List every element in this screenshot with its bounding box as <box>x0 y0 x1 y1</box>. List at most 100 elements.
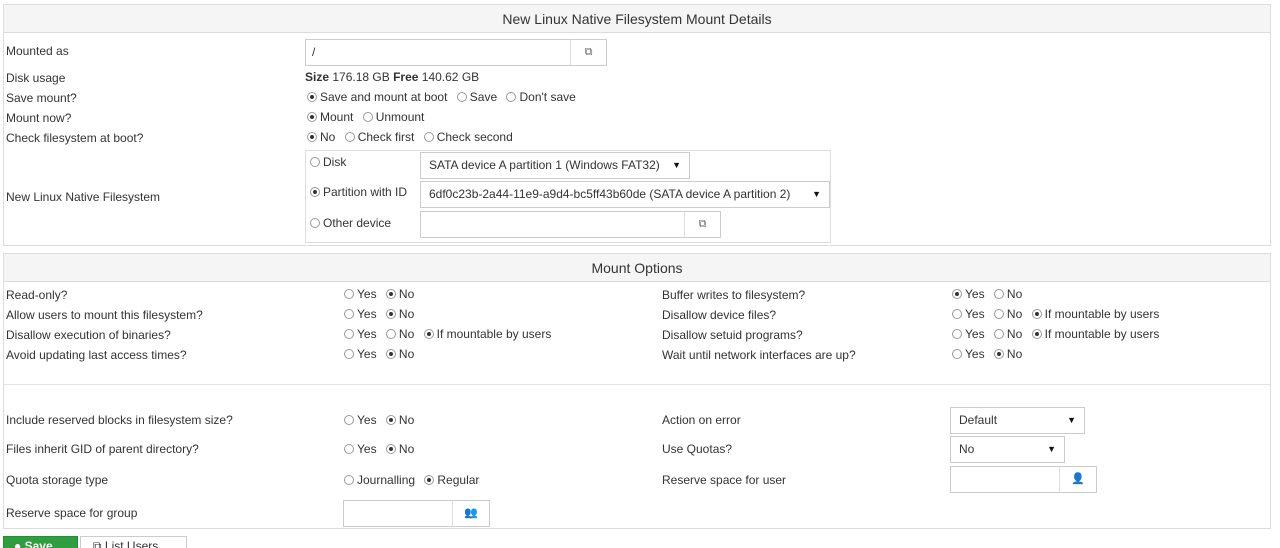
wait-network-label: Wait until network interfaces are up? <box>662 348 856 362</box>
action-error-label: Action on error <box>662 413 741 427</box>
disallow-setuid-group: Yes No If mountable by users <box>952 327 1165 341</box>
mount-now-group: Mount Unmount <box>307 110 430 124</box>
free-value: 140.62 GB <box>421 70 480 84</box>
mount-options-title: Mount Options <box>4 254 1270 282</box>
disallow-device-no-radio[interactable]: No <box>993 307 1022 321</box>
buffer-writes-label: Buffer writes to filesystem? <box>662 288 806 302</box>
read-only-group: Yes No <box>344 287 420 301</box>
disallow-device-group: Yes No If mountable by users <box>952 307 1165 321</box>
wait-network-no-radio[interactable]: No <box>993 347 1022 361</box>
allow-users-yes-radio[interactable]: Yes <box>344 307 377 321</box>
quota-type-group: Journalling Regular <box>344 473 485 487</box>
disallow-setuid-no-radio[interactable]: No <box>993 327 1022 341</box>
reserved-blocks-group: Yes No <box>344 413 420 427</box>
reserve-user-label: Reserve space for user <box>662 473 787 487</box>
use-quotas-label: Use Quotas? <box>662 442 733 456</box>
wait-network-yes-radio[interactable]: Yes <box>952 347 985 361</box>
check-fs-group: No Check first Check second <box>307 130 519 144</box>
copy-icon: ⧉ <box>584 46 593 58</box>
allow-users-label: Allow users to mount this filesystem? <box>6 308 203 322</box>
disallow-exec-mountable-radio[interactable]: If mountable by users <box>423 327 551 341</box>
chevron-down-icon: ▼ <box>1067 415 1076 425</box>
disallow-setuid-mountable-radio[interactable]: If mountable by users <box>1031 327 1159 341</box>
inherit-gid-yes-radio[interactable]: Yes <box>344 442 377 456</box>
group-icon: 👥 <box>464 507 478 519</box>
avoid-atime-label: Avoid updating last access times? <box>6 348 187 362</box>
inherit-gid-no-radio[interactable]: No <box>385 442 414 456</box>
save-mount-dont-radio[interactable]: Don't save <box>506 90 576 104</box>
disk-radio[interactable]: Disk <box>310 155 346 169</box>
avoid-atime-no-radio[interactable]: No <box>385 347 414 361</box>
check-no-radio[interactable]: No <box>307 130 335 144</box>
reserve-user-input[interactable] <box>950 466 1060 493</box>
save-mount-label: Save mount? <box>6 91 77 105</box>
inherit-gid-group: Yes No <box>344 442 420 456</box>
quota-type-label: Quota storage type <box>6 473 109 487</box>
copy-icon: ⧉ <box>93 539 102 548</box>
use-quotas-select[interactable]: No ▼ <box>950 436 1065 463</box>
allow-users-no-radio[interactable]: No <box>385 307 414 321</box>
user-icon: 👤 <box>1071 473 1085 485</box>
journalling-radio[interactable]: Journalling <box>344 473 415 487</box>
check-fs-label: Check filesystem at boot? <box>6 131 144 145</box>
save-button[interactable]: ● Save <box>3 536 78 548</box>
allow-users-group: Yes No <box>344 307 420 321</box>
buffer-writes-no-radio[interactable]: No <box>993 287 1022 301</box>
reserved-blocks-label: Include reserved blocks in filesystem si… <box>6 413 233 427</box>
disallow-exec-yes-radio[interactable]: Yes <box>344 327 377 341</box>
unmount-radio[interactable]: Unmount <box>362 110 424 124</box>
partition-select[interactable]: 6df0c23b-2a44-11e9-a9d4-bc5ff43b60de (SA… <box>420 181 830 208</box>
mounted-as-input[interactable]: / <box>305 39 571 66</box>
save-mount-save-radio[interactable]: Save <box>456 90 497 104</box>
disallow-exec-no-radio[interactable]: No <box>385 327 414 341</box>
list-users-button[interactable]: ⧉ List Users <box>80 536 187 548</box>
reserved-blocks-no-radio[interactable]: No <box>385 413 414 427</box>
disallow-exec-label: Disallow execution of binaries? <box>6 328 171 342</box>
read-only-yes-radio[interactable]: Yes <box>344 287 377 301</box>
other-device-chooser-button[interactable]: ⧉ <box>684 211 721 238</box>
reserve-group-input[interactable] <box>343 500 453 527</box>
disallow-device-label: Disallow device files? <box>662 308 777 322</box>
disallow-device-yes-radio[interactable]: Yes <box>952 307 985 321</box>
read-only-label: Read-only? <box>6 288 68 302</box>
action-error-select[interactable]: Default ▼ <box>950 407 1085 434</box>
partition-radio[interactable]: Partition with ID <box>310 185 407 199</box>
other-device-input[interactable] <box>420 211 685 238</box>
avoid-atime-yes-radio[interactable]: Yes <box>344 347 377 361</box>
check-second-radio[interactable]: Check second <box>423 130 513 144</box>
size-value: 176.18 GB <box>332 70 390 84</box>
disallow-setuid-yes-radio[interactable]: Yes <box>952 327 985 341</box>
mount-chooser-button[interactable]: ⧉ <box>570 39 607 66</box>
mount-now-label: Mount now? <box>6 111 72 125</box>
inherit-gid-label: Files inherit GID of parent directory? <box>6 442 199 456</box>
avoid-atime-group: Yes No <box>344 347 420 361</box>
save-mount-group: Save and mount at boot Save Don't save <box>307 90 582 104</box>
disallow-exec-group: Yes No If mountable by users <box>344 327 557 341</box>
copy-icon: ⧉ <box>698 218 707 230</box>
wait-network-group: Yes No <box>952 347 1028 361</box>
options-divider <box>4 384 1270 385</box>
check-icon: ● <box>14 539 22 548</box>
mount-details-title: New Linux Native Filesystem Mount Detail… <box>4 5 1270 33</box>
regular-radio[interactable]: Regular <box>424 473 479 487</box>
free-label: Free <box>393 70 419 84</box>
user-chooser-button[interactable]: 👤 <box>1059 466 1097 493</box>
chevron-down-icon: ▼ <box>812 189 821 199</box>
buffer-writes-group: Yes No <box>952 287 1028 301</box>
save-mount-boot-radio[interactable]: Save and mount at boot <box>307 90 447 104</box>
size-label: Size <box>305 70 330 84</box>
group-chooser-button[interactable]: 👥 <box>452 500 490 527</box>
reserve-group-label: Reserve space for group <box>6 506 138 520</box>
mount-radio[interactable]: Mount <box>307 110 353 124</box>
disk-usage-label: Disk usage <box>6 71 66 85</box>
other-device-radio[interactable]: Other device <box>310 216 391 230</box>
reserved-blocks-yes-radio[interactable]: Yes <box>344 413 377 427</box>
disallow-device-mountable-radio[interactable]: If mountable by users <box>1031 307 1159 321</box>
chevron-down-icon: ▼ <box>1047 444 1056 454</box>
mounted-as-label: Mounted as <box>6 44 69 58</box>
check-first-radio[interactable]: Check first <box>344 130 414 144</box>
disallow-setuid-label: Disallow setuid programs? <box>662 328 803 342</box>
disk-select[interactable]: SATA device A partition 1 (Windows FAT32… <box>420 152 690 179</box>
read-only-no-radio[interactable]: No <box>385 287 414 301</box>
buffer-writes-yes-radio[interactable]: Yes <box>952 287 985 301</box>
